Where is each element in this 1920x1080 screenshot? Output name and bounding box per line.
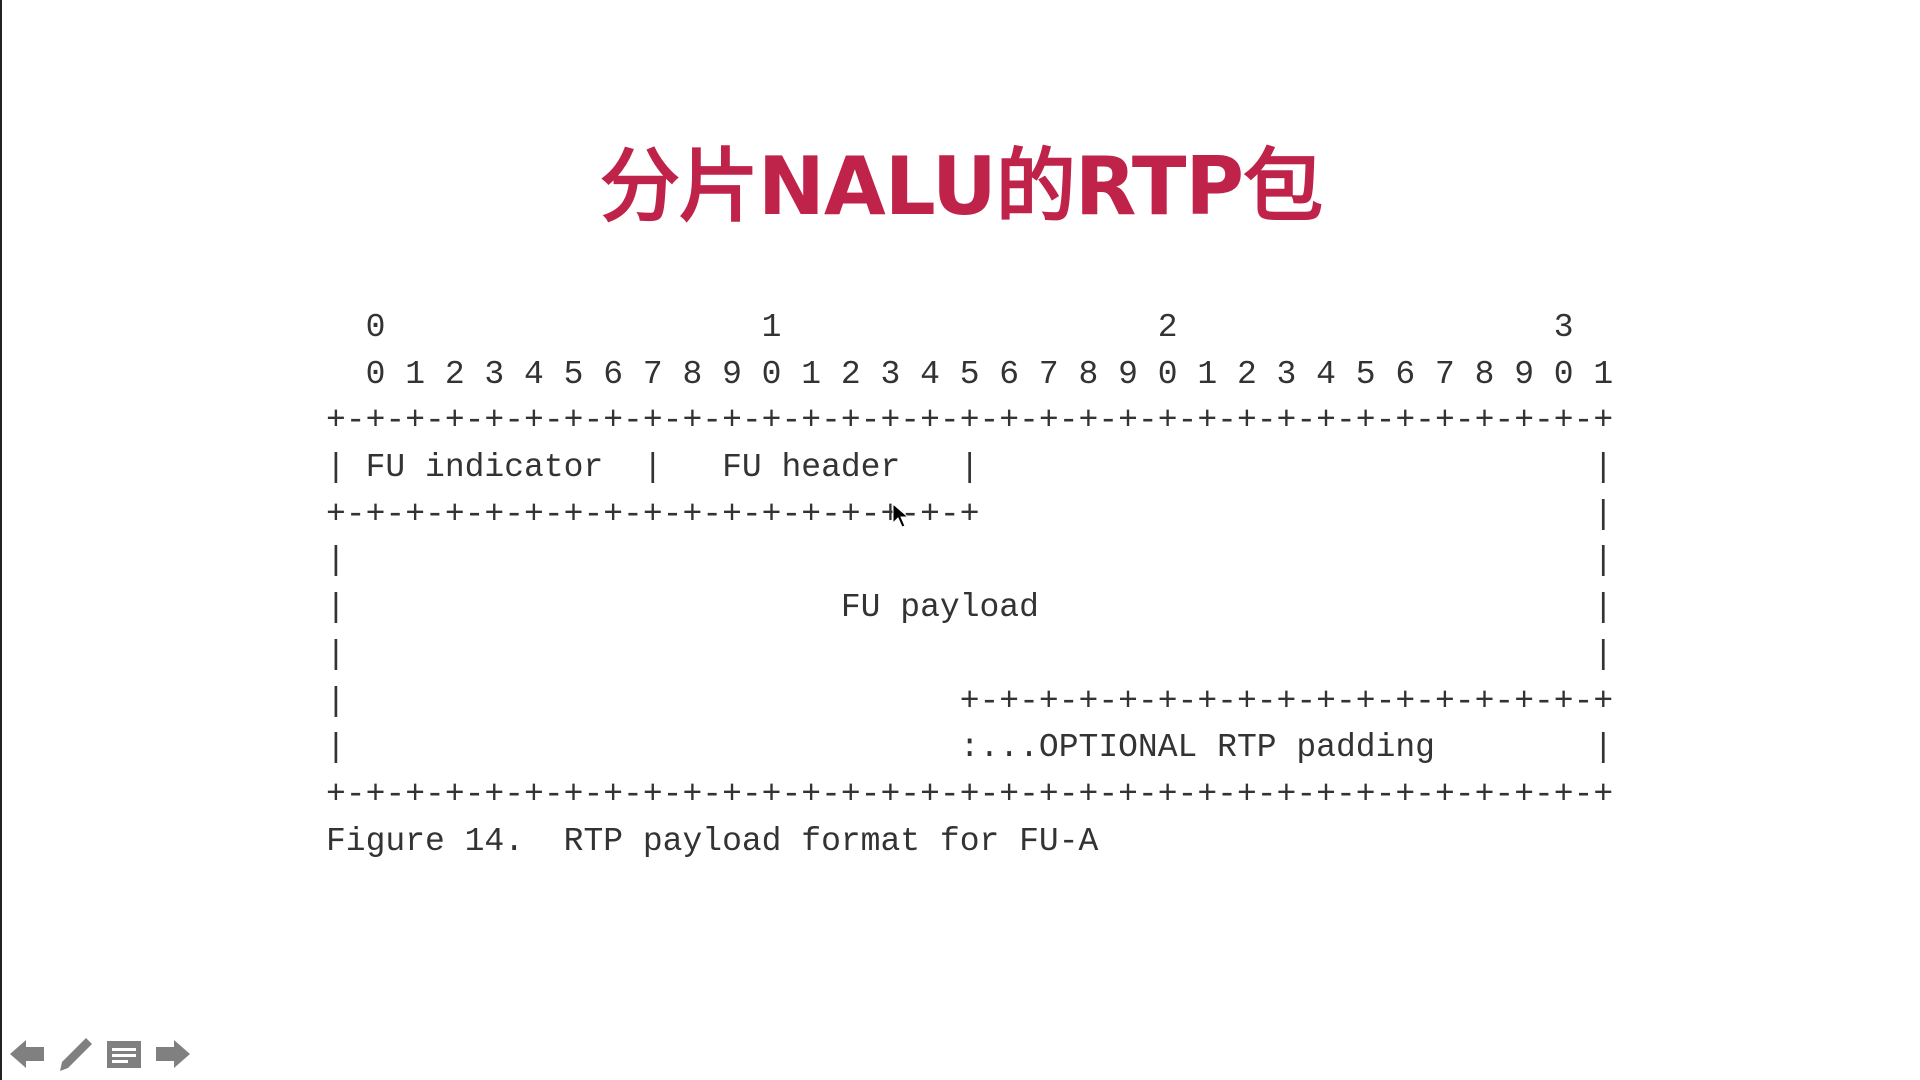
arrow-left-icon[interactable]: [8, 1034, 48, 1074]
figure-line-fu-payload: | FU payload |: [326, 589, 1614, 627]
figure-line: +-+-+-+-+-+-+-+-+-+-+-+-+-+-+-+-+-+-+-+-…: [326, 402, 1614, 440]
figure-line-padding: | :...OPTIONAL RTP padding |: [326, 729, 1614, 767]
pencil-icon[interactable]: [56, 1034, 96, 1074]
figure-caption: Figure 14. RTP payload format for FU-A: [326, 822, 1099, 860]
figure-line: | |: [326, 542, 1614, 580]
slide-navigation: [8, 1034, 192, 1074]
bit-units-row: 0 1 2 3 4 5 6 7 8 9 0 1 2 3 4 5 6 7 8 9 …: [326, 355, 1614, 393]
mouse-cursor-icon: [892, 503, 910, 528]
menu-icon[interactable]: [104, 1034, 144, 1074]
figure-line: | +-+-+-+-+-+-+-+-+-+-+-+-+-+-+-+-+: [326, 682, 1614, 720]
rtp-fu-a-figure: 0 1 2 3 0 1 2 3 4 5 6 7 8 9 0 1 2 3 4 5 …: [326, 305, 1613, 865]
bit-tens-row: 0 1 2 3: [326, 309, 1574, 346]
figure-line: | |: [326, 635, 1614, 673]
figure-line: +-+-+-+-+-+-+-+-+-+-+-+-+-+-+-+-+-+-+-+-…: [326, 775, 1614, 813]
figure-line: +-+-+-+-+-+-+-+-+-+-+-+-+-+-+-+-+ |: [326, 495, 1614, 533]
arrow-right-icon[interactable]: [152, 1034, 192, 1074]
figure-line-fu-fields: | FU indicator | FU header | |: [326, 449, 1614, 487]
slide-title: 分片NALU的RTP包: [599, 140, 1323, 233]
